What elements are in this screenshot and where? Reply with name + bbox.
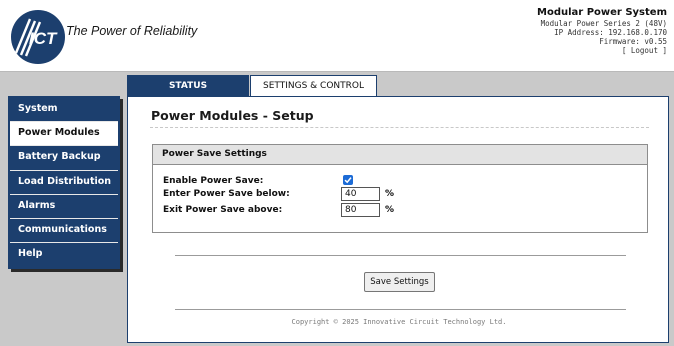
enable-power-save-label: Enable Power Save: bbox=[163, 176, 264, 186]
exit-power-save-input[interactable] bbox=[341, 203, 380, 217]
sidebar-item-help[interactable]: Help bbox=[10, 243, 118, 267]
logo-text: ICT bbox=[29, 29, 58, 48]
exit-unit-label: % bbox=[385, 205, 395, 215]
divider-top bbox=[175, 255, 626, 256]
sidebar-nav: System Power Modules Battery Backup Load… bbox=[8, 96, 120, 270]
sidebar-item-battery-backup[interactable]: Battery Backup bbox=[10, 146, 118, 171]
enable-power-save-checkbox[interactable] bbox=[343, 175, 353, 185]
sidebar-item-power-modules[interactable]: Power Modules bbox=[10, 122, 118, 147]
checkmark-icon bbox=[344, 177, 352, 184]
save-settings-button[interactable]: Save Settings bbox=[364, 272, 435, 292]
divider-bottom bbox=[175, 309, 626, 310]
sidebar-item-communications[interactable]: Communications bbox=[10, 219, 118, 244]
copyright-text: Copyright © 2025 Innovative Circuit Tech… bbox=[291, 318, 507, 326]
enter-power-save-label: Enter Power Save below: bbox=[163, 189, 290, 199]
power-save-settings-section: Power Save Settings Enable Power Save: E… bbox=[152, 144, 648, 233]
section-title: Power Save Settings bbox=[153, 145, 647, 165]
title-divider bbox=[150, 127, 649, 128]
ict-logo: ICT bbox=[10, 9, 66, 65]
sidebar-item-alarms[interactable]: Alarms bbox=[10, 195, 118, 219]
model-text: Modular Power Series 2 (48V) bbox=[540, 19, 667, 28]
tab-status[interactable]: STATUS bbox=[127, 75, 249, 96]
system-title: Modular Power System bbox=[537, 7, 667, 18]
enter-power-save-input[interactable] bbox=[341, 187, 380, 201]
firmware-text: Firmware: v0.55 bbox=[599, 37, 667, 46]
page-header: ICT The Power of Reliability Modular Pow… bbox=[0, 0, 674, 72]
tagline: The Power of Reliability bbox=[66, 24, 198, 38]
system-info: Modular Power System Modular Power Serie… bbox=[537, 7, 667, 55]
sidebar-item-load-distribution[interactable]: Load Distribution bbox=[10, 171, 118, 195]
logout-link[interactable]: [ Logout ] bbox=[537, 46, 667, 55]
main-panel: Power Modules - Setup Power Save Setting… bbox=[127, 96, 669, 343]
page-title: Power Modules - Setup bbox=[151, 108, 314, 123]
sidebar-item-system[interactable]: System bbox=[10, 98, 118, 123]
ip-address-text: IP Address: 192.168.0.170 bbox=[554, 28, 667, 37]
exit-power-save-label: Exit Power Save above: bbox=[163, 205, 283, 215]
tab-settings-control[interactable]: SETTINGS & CONTROL bbox=[250, 75, 377, 96]
enter-unit-label: % bbox=[385, 189, 395, 199]
